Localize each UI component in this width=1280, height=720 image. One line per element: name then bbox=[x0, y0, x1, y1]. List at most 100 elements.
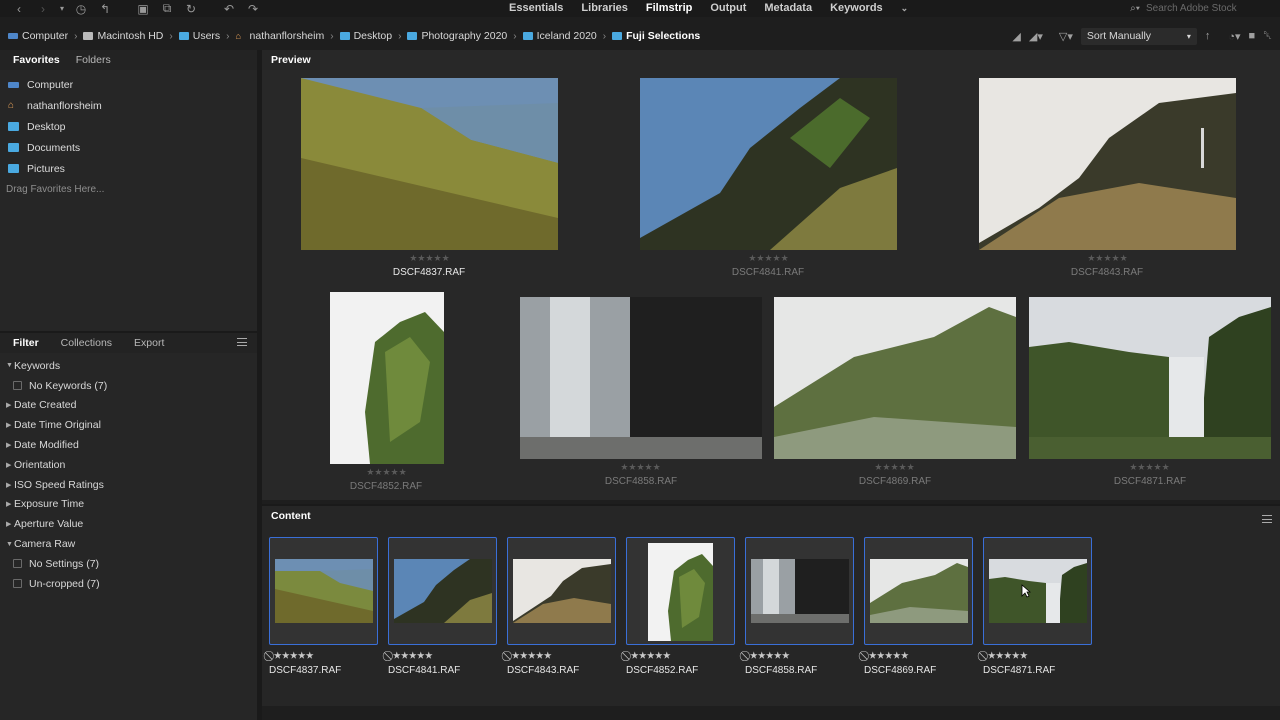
filter-date-modified[interactable]: ▶ Date Modified bbox=[0, 435, 257, 455]
filter-camera-raw[interactable]: ▼ Camera Raw bbox=[0, 534, 257, 554]
thumb-rating-4[interactable]: ⃠ ★★★★★ bbox=[628, 651, 671, 662]
preview-image-3[interactable] bbox=[979, 78, 1236, 250]
forward-icon[interactable]: › bbox=[32, 0, 54, 17]
workspace-essentials[interactable]: Essentials bbox=[500, 0, 572, 17]
filter-date-time-original[interactable]: ▶ Date Time Original bbox=[0, 415, 257, 435]
folder-icon bbox=[8, 122, 19, 131]
thumb-filename-1[interactable]: DSCF4837.RAF bbox=[269, 665, 341, 676]
filter-date-created[interactable]: ▶ Date Created bbox=[0, 396, 257, 416]
workspace-more-chevron-icon[interactable]: ⌄ bbox=[892, 0, 918, 17]
tab-collections[interactable]: Collections bbox=[53, 333, 120, 353]
thumb-filename-2[interactable]: DSCF4841.RAF bbox=[388, 665, 460, 676]
quality-icon[interactable]: ◢ bbox=[1012, 30, 1020, 43]
thumbnail-cell-3[interactable] bbox=[507, 537, 616, 645]
checkbox[interactable] bbox=[13, 559, 22, 569]
preview-image-4[interactable] bbox=[330, 292, 444, 464]
filter-iso[interactable]: ▶ ISO Speed Ratings bbox=[0, 475, 257, 495]
favorite-desktop[interactable]: Desktop bbox=[0, 116, 257, 137]
new-folder-icon[interactable]: ■ bbox=[1249, 30, 1256, 42]
breadcrumb-iceland-2020[interactable]: Iceland 2020 bbox=[522, 30, 597, 42]
chevron-down-icon[interactable]: ▾ bbox=[56, 0, 68, 17]
thumb-filename-6[interactable]: DSCF4869.RAF bbox=[864, 665, 936, 676]
filter-label: Un-cropped bbox=[29, 577, 84, 590]
rotate-left-icon[interactable]: ↶ bbox=[218, 0, 240, 17]
preview-stars-1[interactable]: ★★★★★ bbox=[402, 253, 457, 264]
rotate-right-icon[interactable]: ↷ bbox=[242, 0, 264, 17]
thumb-filename-5[interactable]: DSCF4858.RAF bbox=[745, 665, 817, 676]
workspace-output[interactable]: Output bbox=[701, 0, 755, 17]
thumb-filename-4[interactable]: DSCF4852.RAF bbox=[626, 665, 698, 676]
thumbnail-cell-7[interactable] bbox=[983, 537, 1092, 645]
thumb-filename-3[interactable]: DSCF4843.RAF bbox=[507, 665, 579, 676]
thumbnail-cell-2[interactable] bbox=[388, 537, 497, 645]
filter-no-keywords[interactable]: No Keywords (7) bbox=[0, 376, 257, 396]
filter-aperture[interactable]: ▶ Aperture Value bbox=[0, 514, 257, 534]
filter-no-settings[interactable]: No Settings (7) bbox=[0, 554, 257, 574]
return-icon[interactable]: ↰ bbox=[94, 0, 116, 17]
favorite-computer[interactable]: Computer bbox=[0, 74, 257, 95]
breadcrumb-fuji-selections[interactable]: Fuji Selections bbox=[612, 30, 700, 42]
preview-image-1[interactable] bbox=[301, 78, 558, 250]
tab-filter[interactable]: Filter bbox=[5, 333, 47, 353]
copy-icon[interactable]: ⧉ bbox=[156, 0, 178, 17]
panel-menu-icon[interactable] bbox=[237, 338, 247, 346]
breadcrumb-home[interactable]: ⌂ nathanflorsheim bbox=[236, 30, 325, 42]
breadcrumb-computer[interactable]: Computer bbox=[8, 30, 68, 42]
breadcrumb-photography-2020[interactable]: Photography 2020 bbox=[407, 30, 507, 42]
trash-icon[interactable]: ␡ bbox=[1263, 30, 1272, 43]
chevron-down-icon: ▾ bbox=[1186, 31, 1191, 41]
thumb-rating-3[interactable]: ⃠ ★★★★★ bbox=[509, 651, 552, 662]
thumb-rating-2[interactable]: ⃠ ★★★★★ bbox=[390, 651, 433, 662]
preview-image-7[interactable] bbox=[1029, 297, 1271, 459]
thumb-rating-6[interactable]: ⃠ ★★★★★ bbox=[866, 651, 909, 662]
thumbnail-cell-6[interactable] bbox=[864, 537, 973, 645]
breadcrumb-macintosh-hd[interactable]: Macintosh HD bbox=[83, 30, 163, 42]
workspace-libraries[interactable]: Libraries bbox=[572, 0, 636, 17]
preview-image-6[interactable] bbox=[774, 297, 1016, 459]
thumbnail-cell-1[interactable] bbox=[269, 537, 378, 645]
preview-stars-4[interactable]: ★★★★★ bbox=[359, 467, 414, 478]
refresh-icon[interactable]: ↻ bbox=[180, 0, 202, 17]
preview-stars-5[interactable]: ★★★★★ bbox=[613, 462, 668, 473]
filter-un-cropped[interactable]: Un-cropped (7) bbox=[0, 574, 257, 594]
preview-stars-6[interactable]: ★★★★★ bbox=[867, 462, 922, 473]
search-input[interactable]: Search Adobe Stock bbox=[1146, 3, 1237, 14]
workspace-keywords[interactable]: Keywords bbox=[821, 0, 892, 17]
thumb-filename-7[interactable]: DSCF4871.RAF bbox=[983, 665, 1055, 676]
thumb-rating-5[interactable]: ⃠ ★★★★★ bbox=[747, 651, 790, 662]
thumb-rating-1[interactable]: ⃠ ★★★★★ bbox=[271, 651, 314, 662]
favorite-pictures[interactable]: Pictures bbox=[0, 158, 257, 179]
filter-exposure-time[interactable]: ▶ Exposure Time bbox=[0, 495, 257, 515]
thumb-rating-7[interactable]: ⃠ ★★★★★ bbox=[985, 651, 1028, 662]
stock-search[interactable]: ⌕▾ Search Adobe Stock bbox=[1124, 1, 1272, 16]
recent-clock-icon[interactable]: ◷ bbox=[70, 0, 92, 17]
back-icon[interactable]: ‹ bbox=[8, 0, 30, 17]
thumbnail-cell-4[interactable] bbox=[626, 537, 735, 645]
filter-keywords[interactable]: ▼ Keywords bbox=[0, 356, 257, 376]
panel-menu-icon[interactable] bbox=[1262, 515, 1272, 523]
breadcrumb-users[interactable]: Users bbox=[178, 30, 220, 42]
filter-icon[interactable]: ▽▾ bbox=[1059, 30, 1073, 43]
preview-stars-2[interactable]: ★★★★★ bbox=[741, 253, 796, 264]
rating-filter-icon[interactable]: ◢▾ bbox=[1029, 30, 1043, 43]
preview-stars-3[interactable]: ★★★★★ bbox=[1080, 253, 1135, 264]
sort-ascending-icon[interactable]: ↑ bbox=[1205, 30, 1211, 42]
camera-icon[interactable]: ▣ bbox=[132, 0, 154, 17]
filter-orientation[interactable]: ▶ Orientation bbox=[0, 455, 257, 475]
open-recent-icon[interactable]: ◔▾ bbox=[1228, 30, 1240, 43]
favorite-documents[interactable]: Documents bbox=[0, 137, 257, 158]
tab-favorites[interactable]: Favorites bbox=[5, 50, 68, 70]
tab-folders[interactable]: Folders bbox=[68, 50, 119, 70]
tab-export[interactable]: Export bbox=[126, 333, 172, 353]
favorite-home[interactable]: ⌂ nathanflorsheim bbox=[0, 95, 257, 116]
checkbox[interactable] bbox=[13, 381, 22, 391]
breadcrumb-desktop[interactable]: Desktop bbox=[339, 30, 392, 42]
sort-dropdown[interactable]: Sort Manually ▾ bbox=[1080, 27, 1197, 45]
preview-image-2[interactable] bbox=[640, 78, 897, 250]
workspace-filmstrip[interactable]: Filmstrip bbox=[637, 0, 701, 17]
checkbox[interactable] bbox=[13, 579, 22, 589]
preview-image-5[interactable] bbox=[520, 297, 762, 459]
thumbnail-cell-5[interactable] bbox=[745, 537, 854, 645]
workspace-metadata[interactable]: Metadata bbox=[755, 0, 821, 17]
preview-stars-7[interactable]: ★★★★★ bbox=[1122, 462, 1177, 473]
